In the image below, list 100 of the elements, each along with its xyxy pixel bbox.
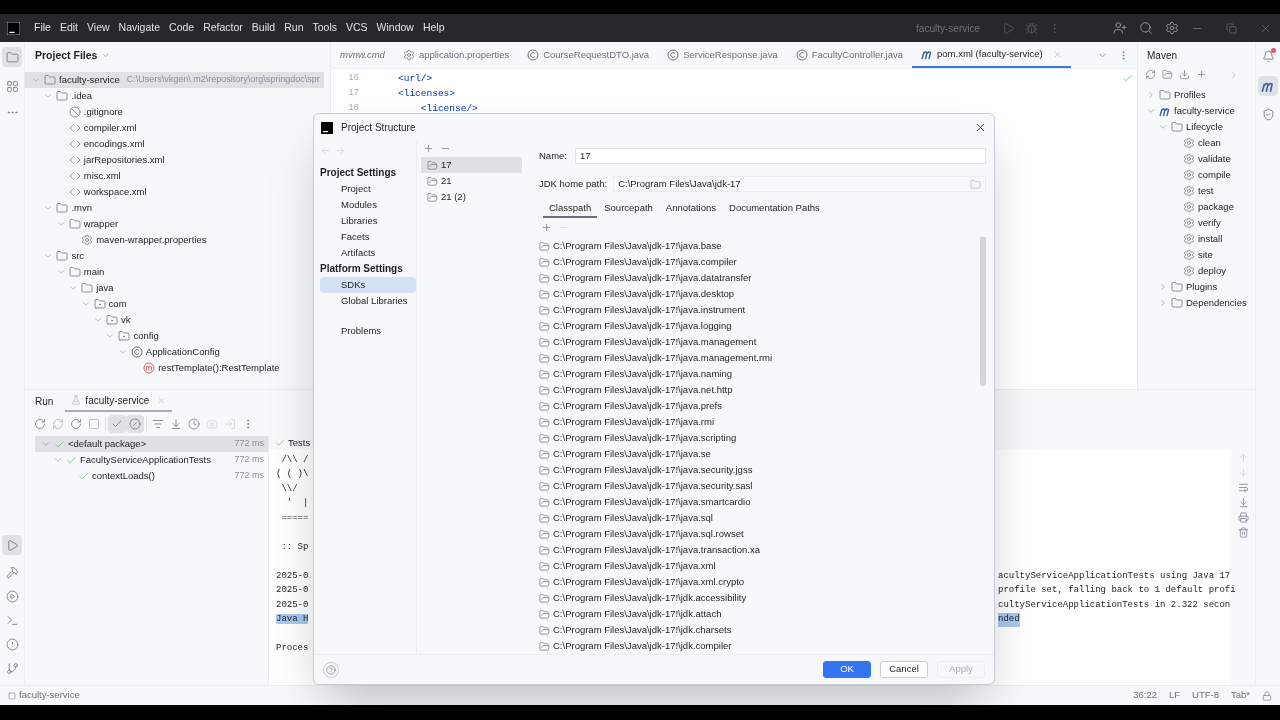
- tree-item[interactable]: encodings.xml: [25, 136, 149, 152]
- run-tool-button[interactable]: [2, 535, 22, 555]
- test-row[interactable]: <default package> 772 ms: [35, 436, 268, 452]
- tree-item[interactable]: compile: [1138, 167, 1235, 183]
- classpath-entry[interactable]: C:\Program Files\Java\jdk-17!\java.management.rmi: [539, 350, 980, 366]
- up-icon[interactable]: [1237, 452, 1249, 463]
- trash-icon[interactable]: [1237, 527, 1249, 538]
- tree-item[interactable]: .mvn: [25, 200, 96, 216]
- menu-item[interactable]: Window: [376, 20, 414, 36]
- classpath-entry[interactable]: C:\Program Files\Java\jdk-17!\java.rmi: [539, 414, 980, 430]
- chevron-down-icon[interactable]: [105, 331, 116, 341]
- classpath-entry[interactable]: C:\Program Files\Java\jdk-17!\java.se: [539, 446, 980, 462]
- classpath-entry[interactable]: C:\Program Files\Java\jdk-17!\java.management: [539, 334, 980, 350]
- menu-item[interactable]: Refactor: [203, 20, 243, 36]
- run-icon[interactable]: [1002, 21, 1015, 35]
- tree-item[interactable]: package: [1138, 199, 1238, 215]
- bug-icon[interactable]: [1025, 21, 1038, 35]
- chevron-down-icon[interactable]: [53, 455, 63, 465]
- tree-item[interactable]: install: [1138, 231, 1227, 247]
- add-icon[interactable]: [1196, 69, 1207, 80]
- nav-item[interactable]: Problems: [320, 323, 416, 339]
- lock-icon[interactable]: [1262, 690, 1272, 701]
- editor-tab[interactable]: ServiceResponse.java: [658, 42, 787, 68]
- tree-item[interactable]: misc.xml: [25, 168, 125, 184]
- chevron-down-icon[interactable]: [1146, 106, 1156, 116]
- shield-icon[interactable]: [1261, 108, 1275, 121]
- show-passed-button[interactable]: [108, 415, 126, 433]
- down-icon[interactable]: [1237, 467, 1249, 478]
- menu-item[interactable]: Tools: [312, 20, 337, 36]
- editor-tab[interactable]: CourseRequestDTO.java: [518, 42, 659, 68]
- dialog-button[interactable]: Cancel: [880, 661, 928, 678]
- tree-item[interactable]: jarRepositories.xml: [25, 152, 169, 168]
- tree-item[interactable]: validate: [1138, 151, 1235, 167]
- menu-item[interactable]: Edit: [59, 20, 78, 36]
- ok-button[interactable]: OK: [823, 661, 871, 678]
- nav-item[interactable]: Global Libraries: [320, 293, 416, 309]
- classpath-entry[interactable]: C:\Program Files\Java\jdk-17!\jdk.accessibility: [539, 590, 980, 606]
- classpath-entry[interactable]: C:\Program Files\Java\jdk-17!\java.datatransfer: [539, 270, 980, 286]
- chevron-down-icon[interactable]: [80, 299, 91, 309]
- classpath-entry[interactable]: C:\Program Files\Java\jdk-17!\java.security.jgss: [539, 462, 980, 478]
- editor-tab[interactable]: application.properties: [393, 42, 519, 68]
- refresh-icon[interactable]: [1145, 69, 1156, 80]
- test-row[interactable]: FacultyServiceApplicationTests 772 ms: [35, 452, 268, 468]
- tree-item[interactable]: src: [25, 248, 89, 264]
- tree-item[interactable]: Dependencies: [1138, 295, 1251, 311]
- chevron-down-icon[interactable]: [101, 51, 111, 60]
- tree-item[interactable]: test: [1138, 183, 1218, 199]
- classpath-entry[interactable]: C:\Program Files\Java\jdk-17!\jdk.attach: [539, 606, 980, 622]
- chevron-right-icon[interactable]: [1229, 69, 1239, 80]
- classpath-entry[interactable]: C:\Program Files\Java\jdk-17!\jdk.compiler: [539, 638, 980, 654]
- tree-item[interactable]: main: [25, 264, 109, 280]
- project-tool-button[interactable]: [2, 47, 22, 67]
- classpath-entry[interactable]: C:\Program Files\Java\jdk-17!\java.naming: [539, 366, 980, 382]
- tree-item[interactable]: site: [1138, 247, 1217, 263]
- scroll-to-end-icon[interactable]: [1237, 497, 1249, 508]
- tree-item[interactable]: Lifecycle: [1138, 119, 1227, 135]
- chevron-down-icon[interactable]: [41, 439, 51, 449]
- classpath-entry[interactable]: C:\Program Files\Java\jdk-17!\jdk.charsets: [539, 622, 980, 638]
- tree-item[interactable]: com: [25, 296, 131, 312]
- classpath-entry[interactable]: C:\Program Files\Java\jdk-17!\java.desktop: [539, 286, 980, 302]
- nav-item[interactable]: Facets: [320, 229, 416, 245]
- tree-item[interactable]: faculty-service C:\Users\vkgen\.m2\repository\org\springdoc\spr: [25, 72, 324, 88]
- editor-tab[interactable]: FacultyController.java: [786, 42, 913, 68]
- folder-icon[interactable]: [1162, 69, 1173, 80]
- tree-item[interactable]: clean: [1138, 135, 1225, 151]
- menu-item[interactable]: Build: [251, 20, 276, 36]
- classpath-entry[interactable]: C:\Program Files\Java\jdk-17!\java.xml: [539, 558, 980, 574]
- history-button[interactable]: [185, 415, 203, 433]
- classpath-entry[interactable]: C:\Program Files\Java\jdk-17!\java.sql: [539, 510, 980, 526]
- editor-tab[interactable]: mvnw.cmd: [331, 42, 394, 68]
- menu-item[interactable]: VCS: [346, 20, 368, 36]
- services-icon[interactable]: [5, 590, 19, 603]
- sdk-item[interactable]: 21: [421, 173, 522, 189]
- back-icon[interactable]: [320, 145, 331, 156]
- forward-icon[interactable]: [335, 145, 346, 156]
- nav-item[interactable]: Modules: [320, 197, 416, 213]
- name-field[interactable]: 17: [575, 148, 986, 164]
- tree-item[interactable]: .idea: [25, 88, 96, 104]
- chevron-down-icon[interactable]: [55, 219, 66, 229]
- add-icon[interactable]: [541, 222, 552, 233]
- classpath-entry[interactable]: C:\Program Files\Java\jdk-17!\java.prefs: [539, 398, 980, 414]
- menu-item[interactable]: Navigate: [118, 20, 161, 36]
- chevron-down-icon[interactable]: [117, 347, 128, 357]
- status-item[interactable]: LF: [1168, 688, 1181, 703]
- maven-tool-button[interactable]: [1258, 76, 1278, 96]
- close-icon[interactable]: [974, 121, 987, 134]
- classpath-entry[interactable]: C:\Program Files\Java\jdk-17!\java.xml.crypto: [539, 574, 980, 590]
- chevron-down-icon[interactable]: [1158, 122, 1168, 132]
- nav-item[interactable]: SDKs: [320, 277, 416, 293]
- classpath-entry[interactable]: C:\Program Files\Java\jdk-17!\java.smartcardio: [539, 494, 980, 510]
- tree-item[interactable]: faculty-service: [1138, 103, 1239, 119]
- test-row[interactable]: contextLoads() 772 ms: [35, 468, 268, 484]
- tree-item[interactable]: .gitignore: [25, 104, 127, 120]
- status-project[interactable]: faculty-service: [19, 688, 80, 703]
- user-plus-icon[interactable]: [1113, 21, 1127, 35]
- structure-icon[interactable]: [5, 80, 19, 93]
- classpath-entry[interactable]: C:\Program Files\Java\jdk-17!\java.logging: [539, 318, 980, 334]
- app-logo-icon[interactable]: [7, 21, 20, 35]
- run-tab[interactable]: faculty-service: [65, 390, 173, 412]
- menu-item[interactable]: Code: [169, 20, 195, 36]
